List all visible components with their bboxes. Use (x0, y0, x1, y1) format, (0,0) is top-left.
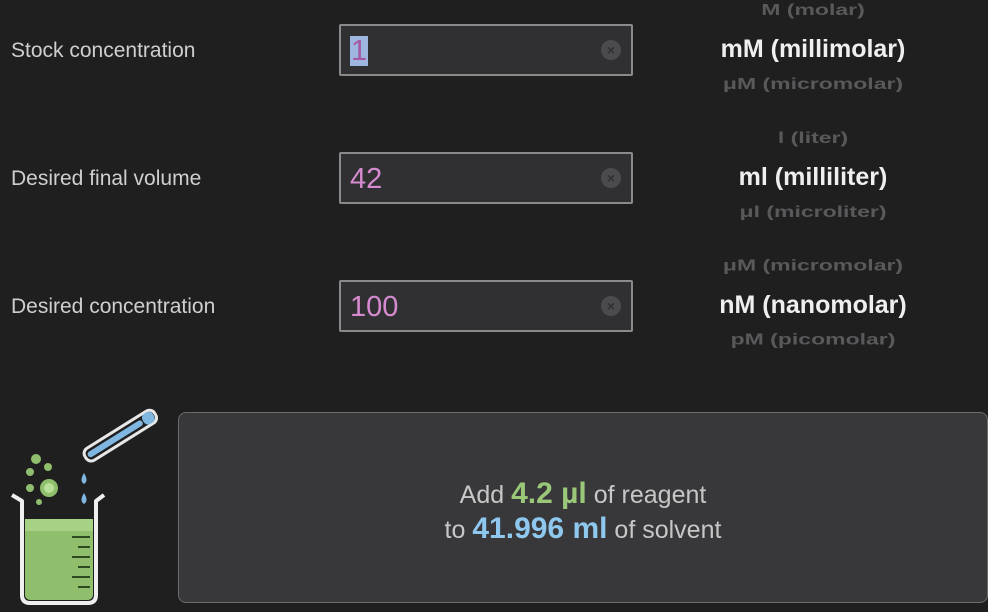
final-volume-input[interactable]: 42 × (339, 152, 633, 204)
unit-option-prev[interactable]: l (liter) (638, 130, 988, 147)
unit-option-selected[interactable]: ml (milliliter) (638, 163, 988, 192)
desired-concentration-value[interactable]: 100 (350, 292, 398, 322)
final-volume-unit-picker[interactable]: l (liter) ml (milliliter) μl (microliter… (638, 130, 988, 220)
reagent-suffix: of reagent (593, 481, 707, 509)
unit-option-next[interactable]: pM (picomolar) (638, 330, 988, 348)
unit-option-next[interactable]: μM (micromolar) (638, 74, 988, 92)
beaker-pipette-icon (10, 408, 159, 605)
desired-concentration-unit-picker[interactable]: μM (micromolar) nM (nanomolar) pM (picom… (638, 258, 988, 348)
clear-icon[interactable]: × (601, 168, 621, 188)
unit-option-selected[interactable]: mM (millimolar) (638, 35, 988, 64)
stock-concentration-label: Stock concentration (11, 39, 196, 62)
clear-icon[interactable]: × (601, 296, 621, 316)
final-volume-label: Desired final volume (11, 167, 202, 190)
to-prefix: to (444, 516, 466, 544)
dilution-calculator-window: Stock concentration 1 × M (molar) mM (mi… (0, 0, 988, 612)
unit-option-selected[interactable]: nM (nanomolar) (638, 291, 988, 320)
desired-concentration-input[interactable]: 100 × (339, 280, 633, 332)
clear-icon[interactable]: × (601, 40, 621, 60)
add-prefix: Add (459, 481, 505, 509)
result-panel: Add 4.2 µl of reagent to 41.996 ml of so… (178, 412, 988, 603)
unit-option-next[interactable]: μl (microliter) (638, 202, 988, 220)
solvent-suffix: of solvent (614, 516, 722, 544)
reagent-amount: 4.2 µl (511, 477, 587, 510)
final-volume-value[interactable]: 42 (350, 164, 382, 194)
stock-concentration-unit-picker[interactable]: M (molar) mM (millimolar) μM (micromolar… (638, 2, 988, 92)
stock-concentration-input[interactable]: 1 × (339, 24, 633, 76)
reagent-line: Add 4.2 µl of reagent (179, 477, 987, 511)
unit-option-prev[interactable]: M (molar) (638, 2, 988, 19)
solvent-line: to 41.996 ml of solvent (179, 512, 987, 546)
solvent-amount: 41.996 ml (472, 512, 608, 545)
stock-concentration-value[interactable]: 1 (350, 36, 369, 66)
desired-concentration-label: Desired concentration (11, 295, 216, 318)
unit-option-prev[interactable]: μM (micromolar) (638, 258, 988, 275)
